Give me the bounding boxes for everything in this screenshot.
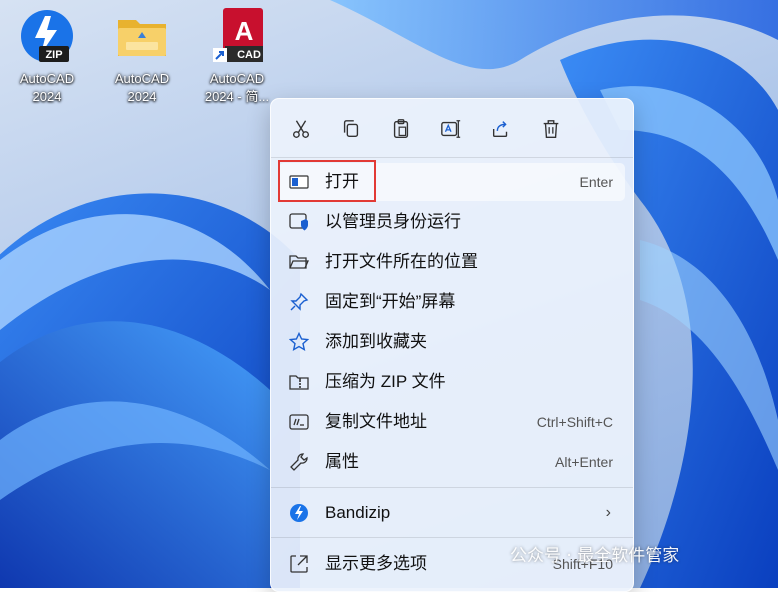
folder-icon xyxy=(114,8,170,64)
context-menu-toolbar xyxy=(271,99,633,157)
share-button[interactable] xyxy=(485,113,517,145)
chevron-right-icon: › xyxy=(605,504,611,521)
desktop-icon-autocad-shortcut[interactable]: A CAD AutoCAD 2024 - 简... xyxy=(191,8,283,106)
menu-item-bandizip[interactable]: Bandizip › xyxy=(279,494,625,532)
menu-item-properties[interactable]: 属性 Alt+Enter xyxy=(279,443,625,481)
delete-icon xyxy=(543,120,559,138)
zip-badge-text: ZIP xyxy=(45,49,62,61)
wrench-icon xyxy=(289,452,309,472)
bandizip-icon xyxy=(289,503,309,523)
star-icon xyxy=(288,331,310,352)
pin-icon xyxy=(289,292,309,312)
open-highlight-box xyxy=(278,160,376,202)
cut-icon xyxy=(292,120,310,138)
copy-path-icon xyxy=(289,412,309,432)
menu-item-open-file-location[interactable]: 打开文件所在的位置 xyxy=(279,243,625,281)
menu-item-copy-file-path[interactable]: 复制文件地址 Ctrl+Shift+C xyxy=(279,403,625,441)
menu-item-run-as-admin[interactable]: 以管理员身份运行 xyxy=(279,203,625,241)
autocad-shortcut-icon: A CAD xyxy=(209,8,265,64)
bandizip-archive-icon: ZIP xyxy=(19,8,75,64)
folder-open-icon xyxy=(289,252,309,272)
share-icon xyxy=(492,121,508,138)
copy-button[interactable] xyxy=(335,113,367,145)
desktop-icon-autocad-zip[interactable]: ZIP AutoCAD 2024 xyxy=(1,8,93,106)
paste-icon xyxy=(393,119,409,138)
menu-separator xyxy=(271,537,633,538)
cut-button[interactable] xyxy=(285,113,317,145)
delete-button[interactable] xyxy=(535,113,567,145)
watermark: 公众号 · 最全软件管家 xyxy=(510,546,680,566)
zip-folder-icon xyxy=(289,372,309,392)
run-as-admin-icon xyxy=(289,212,309,232)
cad-badge-text: CAD xyxy=(237,49,261,61)
rename-icon xyxy=(441,120,461,138)
copy-icon xyxy=(343,120,359,138)
svg-text:A: A xyxy=(235,16,254,46)
menu-item-compress-zip[interactable]: 压缩为 ZIP 文件 xyxy=(279,363,625,401)
desktop-icon-label: AutoCAD 2024 xyxy=(19,71,75,104)
desktop-icon-label: AutoCAD 2024 xyxy=(114,71,170,104)
menu-separator xyxy=(271,157,633,158)
more-options-icon xyxy=(289,554,309,574)
menu-item-add-to-favorites[interactable]: 添加到收藏夹 xyxy=(279,323,625,361)
menu-separator xyxy=(271,487,633,488)
paste-button[interactable] xyxy=(385,113,417,145)
rename-button[interactable] xyxy=(435,113,467,145)
desktop-icon-label: AutoCAD 2024 - 简... xyxy=(204,71,270,104)
menu-item-pin-to-start[interactable]: 固定到“开始”屏幕 xyxy=(279,283,625,321)
desktop-icon-autocad-folder[interactable]: AutoCAD 2024 xyxy=(96,8,188,106)
